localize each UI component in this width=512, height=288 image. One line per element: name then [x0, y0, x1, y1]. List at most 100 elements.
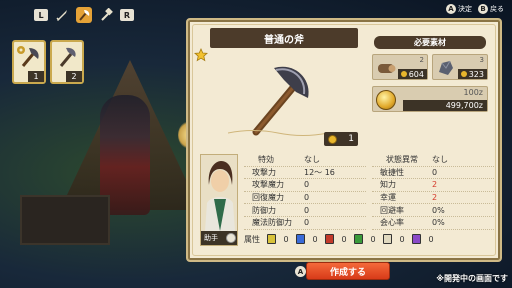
- attribute-value: 0: [399, 234, 405, 244]
- stat-row: 特効 なし: [244, 154, 366, 167]
- b-button-icon: B: [478, 4, 488, 14]
- helper-portrait[interactable]: 助手: [200, 154, 238, 246]
- axe-icon: [79, 10, 90, 21]
- r-button[interactable]: R: [120, 9, 134, 21]
- element-icon: [267, 234, 276, 244]
- a-button-icon: A: [295, 266, 306, 277]
- element-icon: [383, 234, 392, 244]
- ornament-divider: [228, 130, 328, 136]
- confirm-hint: A 決定: [446, 4, 472, 14]
- element-icon: [325, 234, 334, 244]
- crate: [20, 195, 110, 245]
- item-detail-panel: 普通の斧 1 必要素材 2 604 3 323 100z 499,700z 助手…: [186, 18, 502, 280]
- stat-value: 2: [432, 180, 438, 190]
- element-icon: [296, 234, 305, 244]
- button-hints: A 決定 B 戻る: [446, 4, 504, 14]
- element-icon: [412, 234, 421, 244]
- stat-value: 0: [304, 218, 310, 228]
- create-button[interactable]: A 作成する: [295, 262, 390, 280]
- helper-label: 助手: [204, 234, 218, 242]
- log-icon: [378, 64, 396, 73]
- stat-value: 0: [304, 193, 310, 203]
- stat-label: 知力: [380, 180, 396, 190]
- category-tabbar: L R: [34, 6, 134, 24]
- item-name: 普通の斧: [210, 28, 358, 48]
- stat-row: 防御力 0: [244, 204, 366, 217]
- stat-label: 魔法防御力: [252, 218, 292, 228]
- attribute-value: 0: [312, 234, 318, 244]
- inventory-slot-1[interactable]: 1: [12, 40, 46, 84]
- owned-count: 1: [324, 132, 358, 146]
- stat-row: 知力 2: [372, 179, 494, 192]
- money-cost-value: 100z: [463, 88, 483, 97]
- stat-label: 敏捷性: [380, 167, 404, 177]
- star-icon[interactable]: [194, 48, 208, 62]
- attribute-value: 0: [283, 234, 289, 244]
- stat-label: 特効: [258, 155, 274, 165]
- rotate-icon[interactable]: [226, 233, 236, 243]
- material-ore[interactable]: 3 323: [432, 54, 488, 80]
- stat-value: 12〜 16: [304, 167, 335, 177]
- tab-sword[interactable]: [54, 7, 70, 23]
- stat-row: 幸運 2: [372, 192, 494, 205]
- attribute-value: 0: [341, 234, 347, 244]
- materials-title: 必要素材: [374, 36, 486, 49]
- coin-icon: [376, 90, 396, 110]
- stat-value: なし: [432, 155, 448, 165]
- stat-value: 2: [432, 193, 438, 203]
- stat-label: 攻撃力: [252, 167, 276, 177]
- slot-count: 1: [28, 71, 44, 82]
- stats-right-column: 状態異常 なし 敏捷性 0 知力 2 幸運 2 回避率 0% 会心率 0%: [372, 154, 494, 230]
- l-button[interactable]: L: [34, 9, 48, 21]
- stat-label: 回避率: [380, 205, 404, 215]
- helper-bar: 助手: [201, 231, 237, 245]
- stat-row: 敏捷性 0: [372, 167, 494, 180]
- material-have: 604: [397, 69, 427, 79]
- pouch-icon: [328, 134, 337, 144]
- stat-label: 状態異常: [386, 155, 418, 165]
- stat-label: 会心率: [380, 218, 404, 228]
- confirm-label: 決定: [458, 5, 472, 13]
- stat-label: 防御力: [252, 205, 276, 215]
- attribute-value: 0: [370, 234, 376, 244]
- stat-value: 0: [304, 205, 310, 215]
- attributes-label: 属性: [244, 234, 260, 244]
- stats-left-column: 特効 なし 攻撃力 12〜 16 攻撃魔力 0 回復魔力 0 防御力 0 魔法防御力 0: [244, 154, 366, 230]
- inventory-slot-2[interactable]: 2: [50, 40, 84, 84]
- ore-icon: [439, 60, 453, 75]
- stat-row: 回復魔力 0: [244, 192, 366, 205]
- slot-count: 2: [66, 71, 82, 82]
- stat-value: 0: [304, 180, 310, 190]
- material-have: 323: [457, 69, 487, 79]
- avatar: [201, 155, 237, 231]
- a-button-icon: A: [446, 4, 456, 14]
- back-hint[interactable]: B 戻る: [478, 4, 504, 14]
- stats-table: 特効 なし 攻撃力 12〜 16 攻撃魔力 0 回復魔力 0 防御力 0 魔法防御力 0 状態異常 なし…: [244, 154, 494, 230]
- tab-hammer[interactable]: [98, 7, 114, 23]
- material-log[interactable]: 2 604: [372, 54, 428, 80]
- gear-icon: [17, 46, 25, 54]
- stat-label: 回復魔力: [252, 193, 284, 203]
- stat-label: 幸運: [380, 193, 396, 203]
- element-icon: [354, 234, 363, 244]
- stat-row: 魔法防御力 0: [244, 217, 366, 230]
- hammer-icon: [101, 8, 113, 21]
- back-label: 戻る: [490, 5, 504, 13]
- attribute-value: 0: [428, 234, 434, 244]
- sword-icon: [56, 10, 67, 21]
- tab-axe[interactable]: [76, 7, 92, 23]
- stat-row: 回避率 0%: [372, 204, 494, 217]
- money-have: 499,700z: [403, 100, 487, 111]
- attributes-row: 属性 0 0 0 0 0 0: [244, 232, 494, 246]
- stat-row: 会心率 0%: [372, 217, 494, 230]
- material-need: 3: [479, 56, 484, 64]
- material-need: 2: [419, 56, 424, 64]
- stat-value: 0%: [432, 205, 445, 215]
- money-cost: 100z 499,700z: [372, 86, 488, 112]
- dev-disclaimer: ※開発中の画面です: [436, 274, 508, 283]
- create-button-label: 作成する: [329, 267, 366, 278]
- stat-row: 状態異常 なし: [372, 154, 494, 167]
- stat-value: なし: [304, 155, 320, 165]
- required-materials: 必要素材 2 604 3 323 100z 499,700z: [368, 36, 492, 144]
- stat-value: 0: [432, 167, 438, 177]
